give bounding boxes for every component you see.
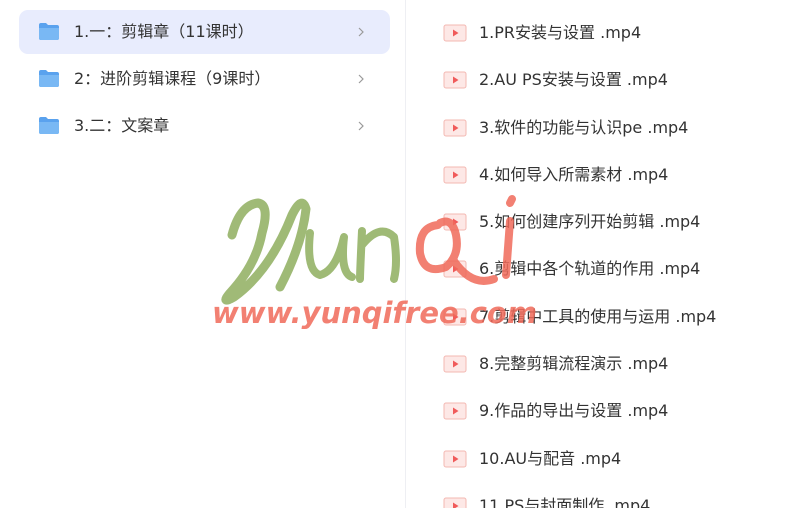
file-browser: 1.一：剪辑章（11课时） 2：进阶剪辑课程（9课时） 3.二：文案章 1.PR… (0, 0, 800, 508)
file-item[interactable]: 10.AU与配音 .mp4 (443, 436, 793, 483)
file-item[interactable]: 11.PS与封面制作 .mp4 (443, 483, 793, 508)
folder-label: 2：进阶剪辑课程（9课时） (74, 69, 271, 88)
file-name: 6.剪辑中各个轨道的作用 .mp4 (479, 259, 701, 279)
video-file-icon (443, 71, 467, 89)
file-name: 10.AU与配音 .mp4 (479, 448, 622, 468)
file-name: 8.完整剪辑流程演示 .mp4 (479, 354, 669, 374)
folder-item-3[interactable]: 3.二：文案章 (19, 104, 390, 148)
chevron-right-icon (358, 74, 364, 84)
file-item[interactable]: 6.剪辑中各个轨道的作用 .mp4 (443, 246, 793, 293)
folder-pane: 1.一：剪辑章（11课时） 2：进阶剪辑课程（9课时） 3.二：文案章 (0, 0, 406, 508)
file-item[interactable]: 1.PR安装与设置 .mp4 (443, 10, 793, 57)
folder-item-2[interactable]: 2：进阶剪辑课程（9课时） (19, 57, 390, 101)
file-item[interactable]: 3.软件的功能与认识pe .mp4 (443, 105, 793, 152)
file-item[interactable]: 9.作品的导出与设置 .mp4 (443, 388, 793, 435)
folder-icon (39, 117, 59, 134)
file-pane: 1.PR安装与设置 .mp4 2.AU PS安装与设置 .mp4 3.软件的功能… (407, 0, 800, 508)
folder-item-1[interactable]: 1.一：剪辑章（11课时） (19, 10, 390, 54)
file-list: 1.PR安装与设置 .mp4 2.AU PS安装与设置 .mp4 3.软件的功能… (443, 10, 793, 508)
video-file-icon (443, 308, 467, 326)
video-file-icon (443, 497, 467, 508)
folder-icon (39, 23, 59, 40)
chevron-right-icon (358, 121, 364, 131)
file-name: 7.剪辑中工具的使用与运用 .mp4 (479, 306, 717, 326)
folder-label: 3.二：文案章 (74, 116, 170, 135)
chevron-right-icon (358, 27, 364, 37)
file-name: 1.PR安装与设置 .mp4 (479, 23, 642, 42)
file-name: 11.PS与封面制作 .mp4 (479, 495, 651, 508)
file-item[interactable]: 4.如何导入所需素材 .mp4 (443, 152, 793, 199)
video-file-icon (443, 166, 467, 184)
file-item[interactable]: 8.完整剪辑流程演示 .mp4 (443, 341, 793, 388)
folder-list: 1.一：剪辑章（11课时） 2：进阶剪辑课程（9课时） 3.二：文案章 (19, 10, 390, 151)
video-file-icon (443, 260, 467, 278)
video-file-icon (443, 402, 467, 420)
file-name: 9.作品的导出与设置 .mp4 (479, 401, 669, 421)
file-name: 3.软件的功能与认识pe .mp4 (479, 117, 689, 137)
video-file-icon (443, 119, 467, 137)
file-item[interactable]: 2.AU PS安装与设置 .mp4 (443, 57, 793, 104)
file-item[interactable]: 5.如何创建序列开始剪辑 .mp4 (443, 199, 793, 246)
video-file-icon (443, 355, 467, 373)
video-file-icon (443, 450, 467, 468)
folder-icon (39, 70, 59, 87)
video-file-icon (443, 213, 467, 231)
folder-label: 1.一：剪辑章（11课时） (74, 22, 254, 41)
file-name: 2.AU PS安装与设置 .mp4 (479, 70, 668, 90)
file-item[interactable]: 7.剪辑中工具的使用与运用 .mp4 (443, 294, 793, 341)
video-file-icon (443, 24, 467, 42)
file-name: 5.如何创建序列开始剪辑 .mp4 (479, 212, 701, 232)
file-name: 4.如何导入所需素材 .mp4 (479, 164, 669, 184)
